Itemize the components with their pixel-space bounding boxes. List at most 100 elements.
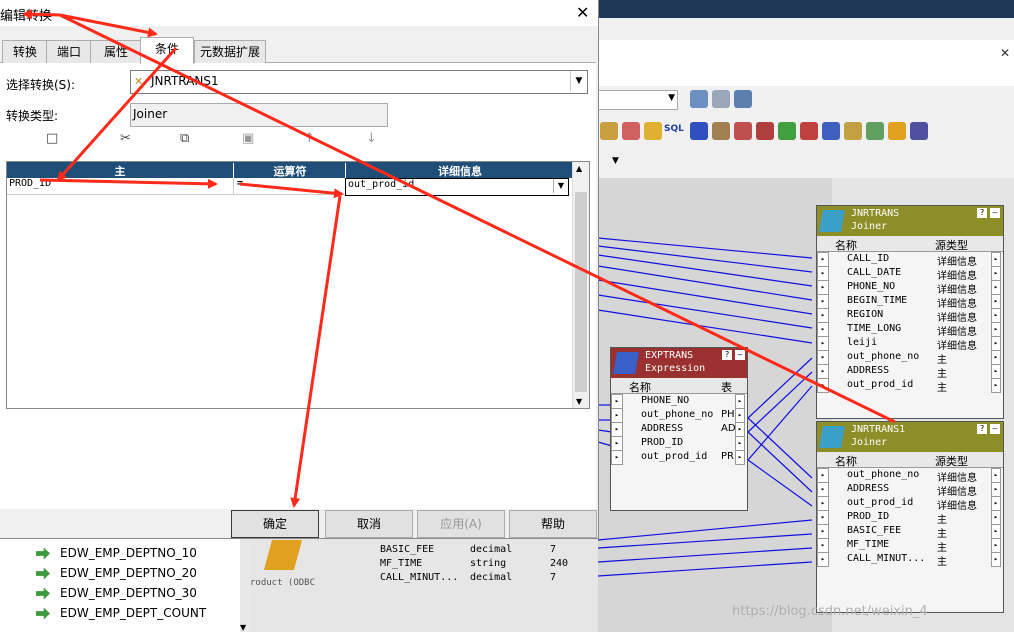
port-handle-icon[interactable]: ▸ bbox=[991, 510, 1001, 525]
paste-icon[interactable]: ▣ bbox=[242, 131, 254, 146]
port-handle-icon[interactable]: ▸ bbox=[991, 524, 1001, 539]
port-handle-icon[interactable]: ▸ bbox=[991, 468, 1001, 483]
port-handle-icon[interactable]: ▸ bbox=[991, 294, 1001, 309]
port-handle-icon[interactable]: ▸ bbox=[991, 496, 1001, 511]
vertical-scrollbar[interactable]: ▲ ▼ bbox=[572, 162, 589, 408]
port-row[interactable]: ▸ out_phone_no PH ▸ bbox=[611, 408, 747, 423]
port-handle-icon[interactable]: ▸ bbox=[991, 350, 1001, 365]
port-row[interactable]: ▸ MF_TIME 主 ▸ bbox=[817, 538, 1003, 554]
joiner-transformation-2[interactable]: JNRTRANS1 Joiner ? – 名称 源类型 ▸ out_phone_n… bbox=[816, 421, 1004, 613]
minimize-icon[interactable]: – bbox=[990, 208, 1000, 218]
cell-master[interactable]: PROD_ID bbox=[7, 178, 234, 195]
port-row[interactable]: ▸ CALL_DATE 详细信息 ▸ bbox=[817, 266, 1003, 282]
port-row[interactable]: ▸ out_prod_id PR ▸ bbox=[611, 450, 747, 465]
port-row[interactable]: ▸ BEGIN_TIME 详细信息 ▸ bbox=[817, 294, 1003, 310]
port-row[interactable]: ▸ ADDRESS AD ▸ bbox=[611, 422, 747, 437]
port-handle-icon[interactable]: ▸ bbox=[735, 394, 745, 409]
port-handle-icon[interactable]: ▸ bbox=[611, 450, 623, 465]
port-handle-icon[interactable]: ▸ bbox=[991, 322, 1001, 337]
port-handle-icon[interactable]: ▸ bbox=[611, 394, 623, 409]
port-handle-icon[interactable]: ▸ bbox=[817, 538, 829, 553]
port-handle-icon[interactable]: ▸ bbox=[991, 308, 1001, 323]
port-handle-icon[interactable]: ▸ bbox=[817, 336, 829, 351]
apply-button[interactable]: 应用(A) bbox=[417, 510, 505, 538]
tab-condition[interactable]: 条件 bbox=[140, 37, 194, 64]
cell-detail-dropdown[interactable]: out_prod_id ▼ bbox=[345, 178, 569, 196]
port-row[interactable]: ▸ out_prod_id 主 ▸ bbox=[817, 378, 1003, 394]
tree-scrollbar[interactable]: ▼ bbox=[240, 538, 250, 632]
port-row[interactable]: ▸ PHONE_NO ▸ bbox=[611, 394, 747, 409]
source-qualifier[interactable]: roduct (ODBC BASIC_FEE decimal 7 MF_TIME… bbox=[250, 538, 598, 632]
port-handle-icon[interactable]: ▸ bbox=[991, 252, 1001, 267]
port-handle-icon[interactable]: ▸ bbox=[611, 422, 623, 437]
port-row[interactable]: ▸ ADDRESS 详细信息 ▸ bbox=[817, 482, 1003, 498]
port-handle-icon[interactable]: ▸ bbox=[817, 252, 829, 267]
port-handle-icon[interactable]: ▸ bbox=[991, 482, 1001, 497]
help-icon[interactable]: ? bbox=[977, 424, 987, 434]
new-icon[interactable]: □ bbox=[46, 131, 58, 146]
port-handle-icon[interactable]: ▸ bbox=[817, 322, 829, 337]
close-icon[interactable]: ✕ bbox=[576, 3, 589, 22]
port-row[interactable]: ▸ out_prod_id 详细信息 ▸ bbox=[817, 496, 1003, 512]
select-transformation-dropdown[interactable]: ✕ JNRTRANS1 ▼ bbox=[130, 70, 588, 94]
port-row[interactable]: ▸ TIME_LONG 详细信息 ▸ bbox=[817, 322, 1003, 338]
help-icon[interactable]: ? bbox=[722, 350, 732, 360]
copy-icon[interactable]: ⧉ bbox=[180, 131, 189, 146]
port-row[interactable]: ▸ CALL_MINUT... 主 ▸ bbox=[817, 552, 1003, 568]
chevron-down-icon[interactable]: ▼ bbox=[570, 71, 587, 91]
port-handle-icon[interactable]: ▸ bbox=[991, 552, 1001, 567]
port-handle-icon[interactable]: ▸ bbox=[817, 308, 829, 323]
port-handle-icon[interactable]: ▸ bbox=[611, 436, 623, 451]
port-row[interactable]: ▸ BASIC_FEE 主 ▸ bbox=[817, 524, 1003, 540]
navigator-tree[interactable]: EDW_EMP_DEPTNO_10 EDW_EMP_DEPTNO_20 EDW_… bbox=[0, 538, 241, 632]
port-row[interactable]: ▸ PROD_ID ▸ bbox=[611, 436, 747, 451]
port-handle-icon[interactable]: ▸ bbox=[991, 266, 1001, 281]
minimize-icon[interactable]: – bbox=[735, 350, 745, 360]
port-handle-icon[interactable]: ▸ bbox=[817, 280, 829, 295]
port-handle-icon[interactable]: ▸ bbox=[817, 294, 829, 309]
minimize-icon[interactable]: – bbox=[990, 424, 1000, 434]
port-handle-icon[interactable]: ▸ bbox=[817, 524, 829, 539]
move-down-icon[interactable]: ↓ bbox=[366, 131, 377, 146]
port-row[interactable]: ▸ PHONE_NO 详细信息 ▸ bbox=[817, 280, 1003, 296]
scrollbar-thumb[interactable] bbox=[575, 192, 587, 392]
tree-item[interactable]: EDW_EMP_DEPTNO_20 bbox=[36, 566, 197, 586]
port-handle-icon[interactable]: ▸ bbox=[735, 450, 745, 465]
port-row[interactable]: ▸ ADDRESS 主 ▸ bbox=[817, 364, 1003, 380]
tree-item[interactable]: EDW_EMP_DEPT_COUNT bbox=[36, 606, 206, 626]
tree-item[interactable]: EDW_EMP_DEPTNO_30 bbox=[36, 586, 197, 606]
port-handle-icon[interactable]: ▸ bbox=[991, 364, 1001, 379]
port-handle-icon[interactable]: ▸ bbox=[817, 482, 829, 497]
port-handle-icon[interactable]: ▸ bbox=[817, 496, 829, 511]
cell-operator[interactable]: = bbox=[233, 178, 346, 195]
tab-metadata-extensions[interactable]: 元数据扩展 bbox=[194, 40, 266, 63]
chevron-down-icon[interactable]: ▼ bbox=[576, 397, 582, 406]
condition-table[interactable]: 主 运算符 详细信息 PROD_ID = out_prod_id ▼ ▲ ▼ bbox=[6, 161, 590, 409]
port-row[interactable]: ▸ out_phone_no 详细信息 ▸ bbox=[817, 468, 1003, 484]
expression-transformation[interactable]: EXPTRANS Expression ? – 名称 表 ▸ PHONE_NO ▸ ▸… bbox=[610, 347, 748, 511]
help-button[interactable]: 帮助 bbox=[509, 510, 597, 538]
tab-ports[interactable]: 端口 bbox=[46, 40, 92, 63]
port-handle-icon[interactable]: ▸ bbox=[817, 510, 829, 525]
port-handle-icon[interactable]: ▸ bbox=[817, 266, 829, 281]
port-row[interactable]: ▸ out_phone_no 主 ▸ bbox=[817, 350, 1003, 366]
cancel-button[interactable]: 取消 bbox=[325, 510, 413, 538]
port-handle-icon[interactable]: ▸ bbox=[735, 436, 745, 451]
port-handle-icon[interactable]: ▸ bbox=[817, 378, 829, 393]
move-up-icon[interactable]: ↑ bbox=[304, 131, 315, 146]
port-handle-icon[interactable]: ▸ bbox=[991, 378, 1001, 393]
port-handle-icon[interactable]: ▸ bbox=[991, 336, 1001, 351]
joiner-transformation-1[interactable]: JNRTRANS Joiner ? – 名称 源类型 ▸ CALL_ID 详细信息 ▸… bbox=[816, 205, 1004, 419]
port-handle-icon[interactable]: ▸ bbox=[817, 364, 829, 379]
port-handle-icon[interactable]: ▸ bbox=[817, 468, 829, 483]
tab-transform[interactable]: 转换 bbox=[2, 40, 48, 63]
port-handle-icon[interactable]: ▸ bbox=[991, 280, 1001, 295]
chevron-down-icon[interactable]: ▼ bbox=[240, 623, 246, 632]
port-row[interactable]: ▸ leiji 详细信息 ▸ bbox=[817, 336, 1003, 352]
port-handle-icon[interactable]: ▸ bbox=[611, 408, 623, 423]
port-handle-icon[interactable]: ▸ bbox=[817, 552, 829, 567]
chevron-up-icon[interactable]: ▲ bbox=[576, 164, 582, 173]
help-icon[interactable]: ? bbox=[977, 208, 987, 218]
port-row[interactable]: ▸ CALL_ID 详细信息 ▸ bbox=[817, 252, 1003, 268]
port-handle-icon[interactable]: ▸ bbox=[735, 422, 745, 437]
